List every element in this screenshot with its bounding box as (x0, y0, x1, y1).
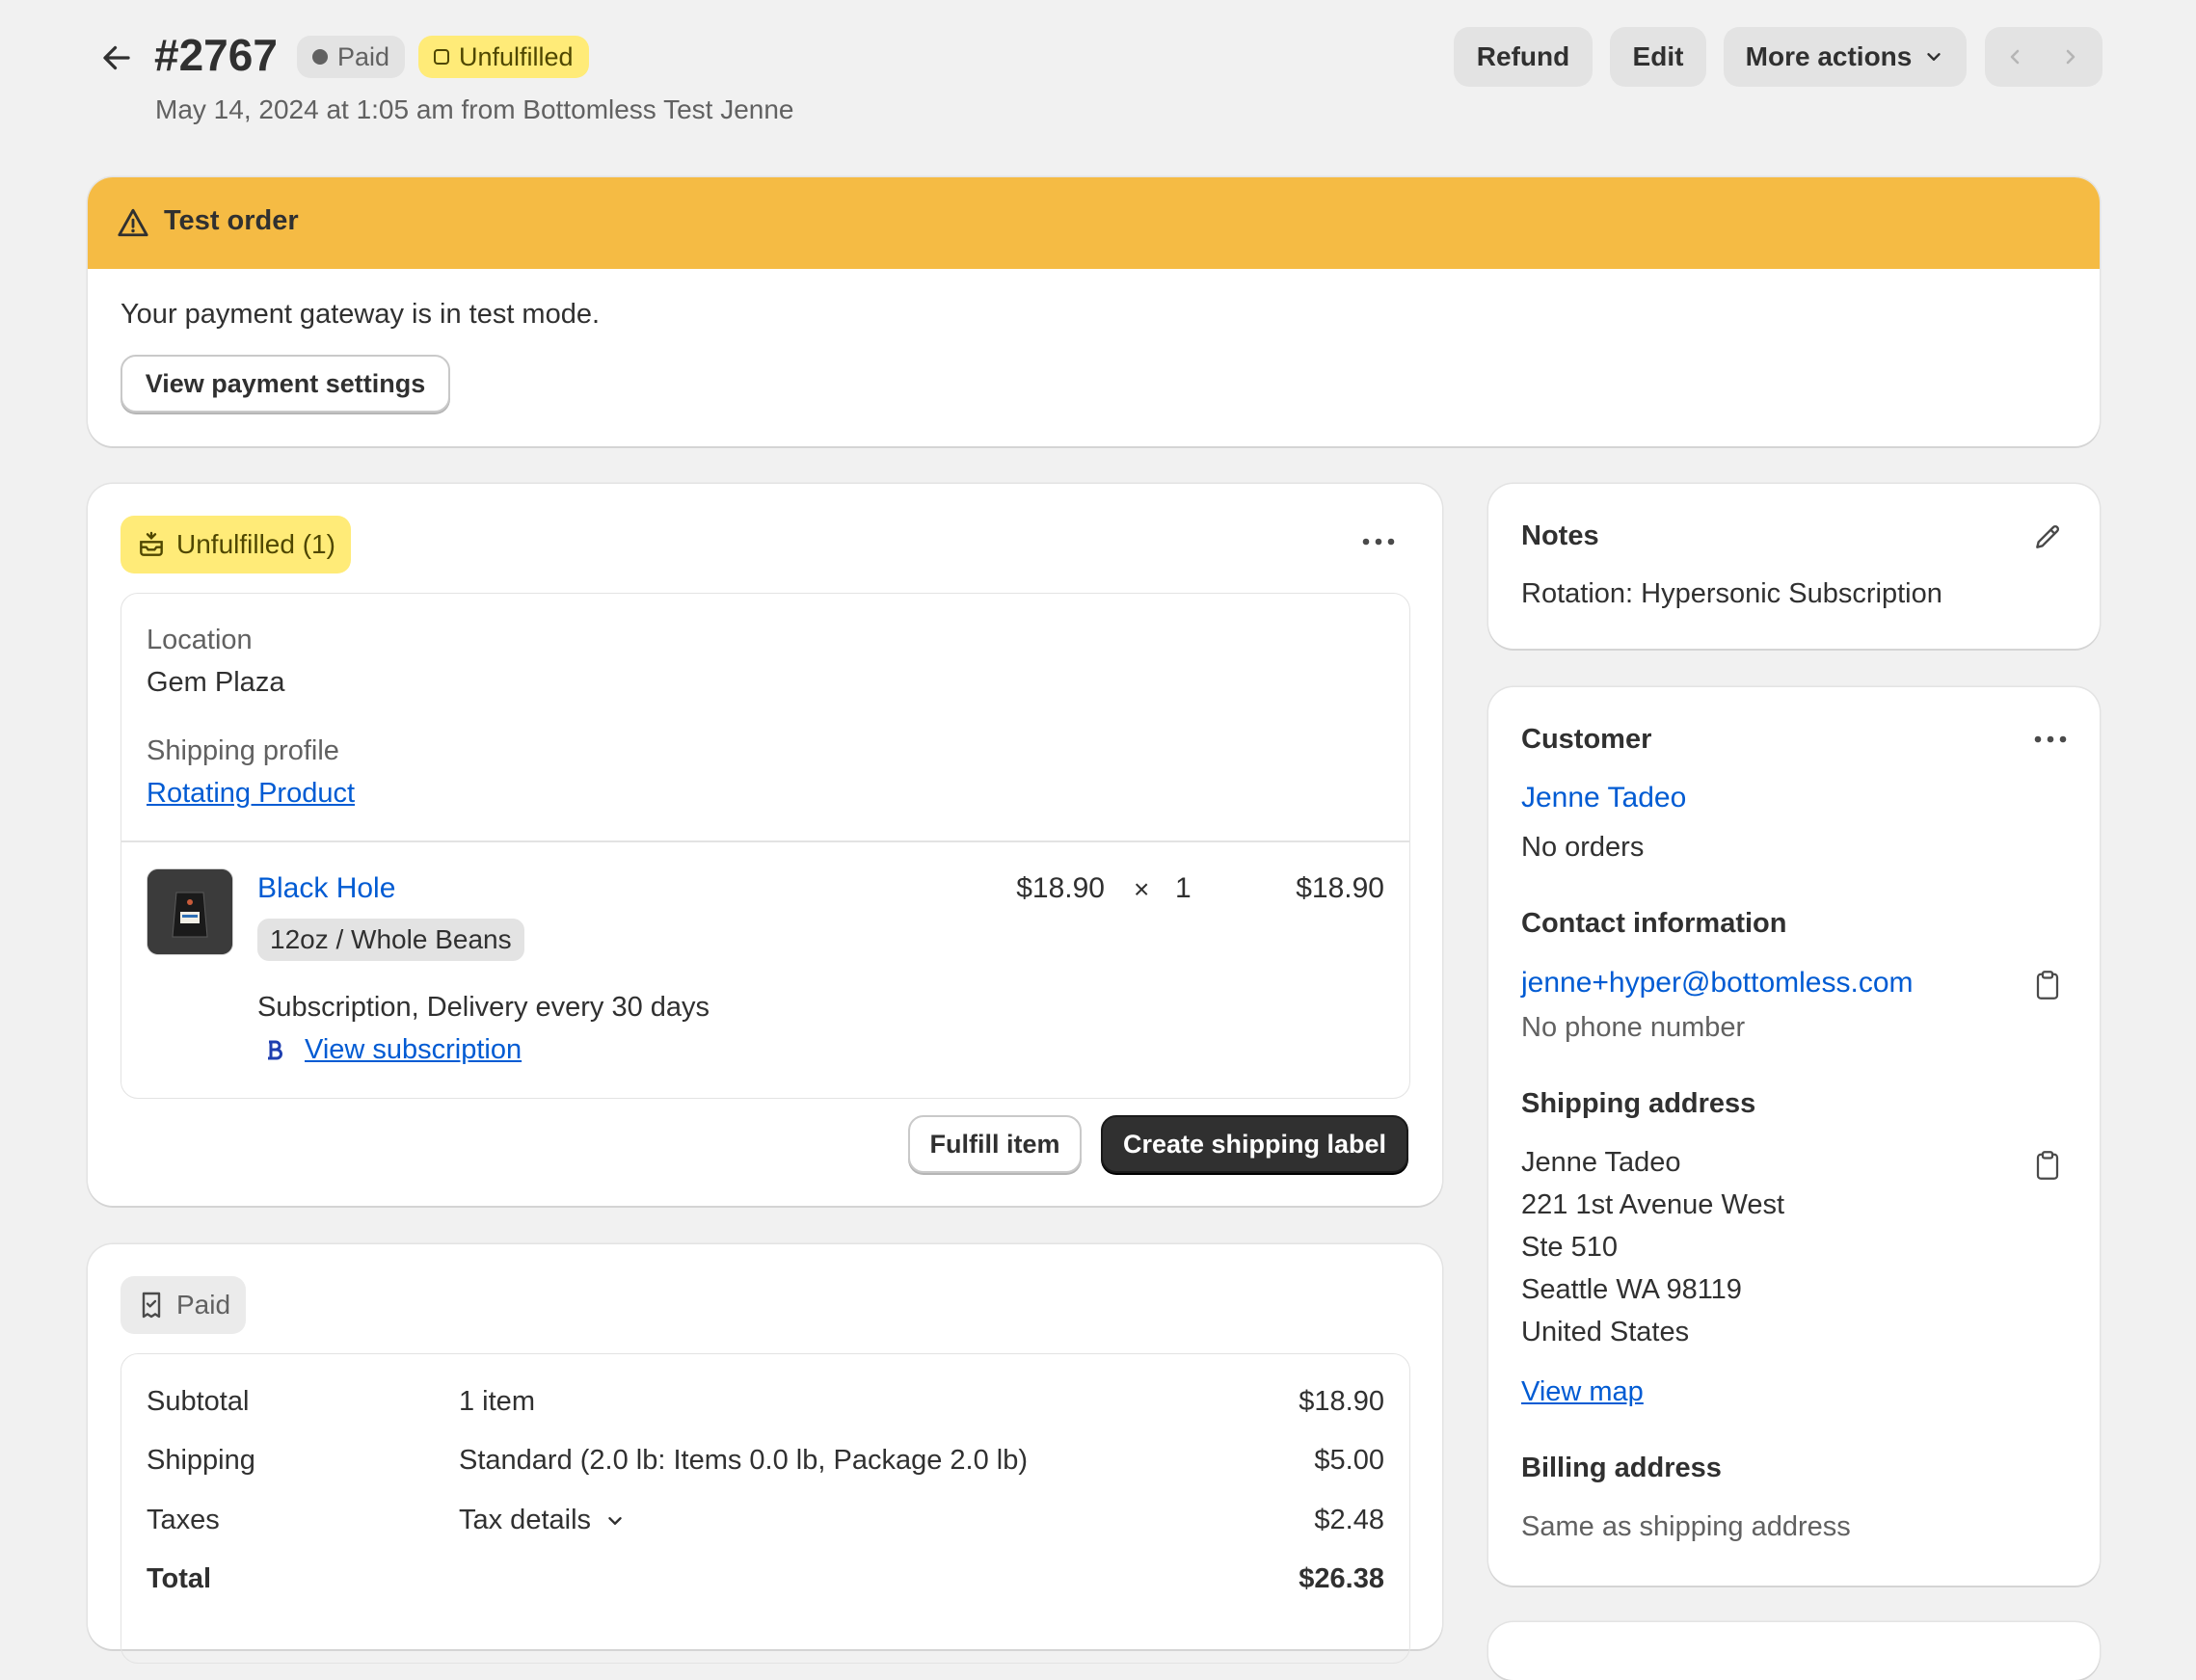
billing-address-title: Billing address (1521, 1453, 1722, 1483)
warning-icon (118, 208, 148, 237)
fulfillment-inner-box: Location Gem Plaza Shipping profile Rota… (121, 593, 1410, 1099)
address-line-1: Jenne Tadeo (1521, 1147, 1681, 1178)
location-label: Location (147, 625, 253, 655)
paid-badge-label: Paid (337, 41, 390, 71)
total-amount: $26.38 (1299, 1563, 1384, 1594)
edit-notes-button[interactable] (2028, 518, 2067, 556)
taxes-label: Taxes (147, 1505, 220, 1535)
copy-email-button[interactable] (2028, 966, 2067, 1004)
banner-title: Test order (164, 205, 299, 236)
shipping-label: Shipping (147, 1445, 255, 1476)
shipping-profile-label: Shipping profile (147, 735, 339, 766)
fulfillment-menu-button[interactable] (1354, 522, 1403, 561)
address-line-3: Ste 510 (1521, 1232, 1618, 1263)
shipping-amount: $5.00 (1314, 1445, 1384, 1476)
previous-order-button[interactable] (1998, 40, 2031, 73)
subscription-text: Subscription, Delivery every 30 days (257, 992, 710, 1023)
arrow-left-icon (103, 45, 130, 70)
edit-button[interactable]: Edit (1610, 27, 1706, 87)
payment-inner-box: Subtotal 1 item $18.90 Shipping Standard… (121, 1353, 1410, 1664)
fulfill-item-button[interactable]: Fulfill item (908, 1115, 1082, 1173)
payment-status-label: Paid (176, 1290, 231, 1320)
banner-message: Your payment gateway is in test mode. (121, 299, 601, 330)
times-sign: × (1134, 874, 1150, 904)
order-number: #2767 (154, 30, 278, 80)
unfulfilled-box-icon (140, 531, 163, 556)
shipping-address-title: Shipping address (1521, 1088, 1756, 1119)
more-actions-label: More actions (1745, 41, 1913, 71)
chevron-right-icon (2066, 49, 2075, 65)
fulfillment-card: Unfulfilled (1) Location Gem Plaza Shipp… (88, 484, 1442, 1206)
unfulfilled-badge-label: Unfulfilled (459, 41, 574, 71)
clipboard-icon (2036, 971, 2059, 1000)
back-button[interactable] (94, 37, 139, 79)
pencil-icon (2036, 524, 2060, 548)
tax-details-label: Tax details (459, 1505, 592, 1535)
order-subtitle: May 14, 2024 at 1:05 am from Bottomless … (155, 94, 794, 124)
subtotal-label: Subtotal (147, 1386, 250, 1417)
location-value: Gem Plaza (147, 667, 285, 698)
ellipsis-icon (1362, 538, 1395, 546)
customer-phone: No phone number (1521, 1012, 1746, 1043)
product-name-link[interactable]: Black Hole (257, 872, 395, 905)
payment-status-badge: Paid (121, 1276, 247, 1334)
address-line-5: United States (1521, 1317, 1690, 1347)
line-total: $18.90 (1296, 872, 1384, 904)
unit-price: $18.90 (1016, 872, 1105, 904)
more-actions-button[interactable]: More actions (1724, 27, 1967, 87)
quantity: 1 (1175, 872, 1192, 904)
next-order-button[interactable] (2054, 40, 2087, 73)
tax-details-toggle[interactable]: Tax details (459, 1505, 626, 1536)
subtotal-amount: $18.90 (1299, 1386, 1384, 1417)
next-sidebar-card (1488, 1622, 2100, 1680)
receipt-icon (142, 1292, 161, 1319)
coffee-bag-image (147, 869, 232, 954)
product-thumbnail[interactable] (147, 868, 233, 955)
notes-text: Rotation: Hypersonic Subscription (1521, 578, 1942, 609)
total-label: Total (147, 1563, 212, 1594)
customer-card: Customer Jenne Tadeo No orders Contact i… (1488, 687, 2100, 1586)
unfulfilled-status-badge: Unfulfilled (418, 36, 589, 78)
notes-card: Notes Rotation: Hypersonic Subscription (1488, 484, 2100, 649)
create-shipping-label-button[interactable]: Create shipping label (1101, 1115, 1408, 1173)
billing-address-text: Same as shipping address (1521, 1511, 1851, 1542)
address-line-4: Seattle WA 98119 (1521, 1274, 1742, 1305)
subtotal-detail: 1 item (459, 1386, 535, 1417)
paid-dot-icon (312, 49, 328, 65)
test-order-banner: Test order Your payment gateway is in te… (88, 177, 2100, 446)
unfulfilled-ring-icon (434, 49, 449, 65)
shipping-profile-link[interactable]: Rotating Product (147, 778, 355, 810)
notes-title: Notes (1521, 520, 1599, 551)
chevron-down-icon (608, 1516, 622, 1525)
pagination-group (1985, 27, 2102, 87)
ellipsis-icon (2034, 735, 2067, 743)
customer-email-link[interactable]: jenne+hyper@bottomless.com (1521, 967, 1914, 1000)
chevron-down-icon (1927, 53, 1942, 61)
customer-orders: No orders (1521, 832, 1645, 863)
paid-status-badge: Paid (297, 36, 406, 78)
taxes-amount: $2.48 (1314, 1505, 1384, 1535)
copy-address-button[interactable] (2028, 1146, 2067, 1185)
variant-badge: 12oz / Whole Beans (257, 919, 524, 961)
shipping-detail: Standard (2.0 lb: Items 0.0 lb, Package … (459, 1445, 1028, 1476)
customer-name-link[interactable]: Jenne Tadeo (1521, 782, 1686, 814)
refund-button[interactable]: Refund (1454, 27, 1593, 87)
customer-menu-button[interactable] (2026, 720, 2075, 759)
address-line-2: 221 1st Avenue West (1521, 1189, 1785, 1220)
clipboard-icon (2036, 1151, 2059, 1180)
fulfillment-status-badge: Unfulfilled (1) (121, 516, 351, 573)
contact-title: Contact information (1521, 908, 1787, 939)
view-map-link[interactable]: View map (1521, 1376, 1644, 1408)
customer-title: Customer (1521, 724, 1652, 755)
bottomless-logo-icon (268, 1040, 282, 1060)
chevron-left-icon (2010, 49, 2020, 65)
view-subscription-link[interactable]: View subscription (305, 1034, 522, 1066)
view-payment-settings-button[interactable]: View payment settings (121, 355, 450, 413)
banner-header: Test order (88, 177, 2100, 269)
payment-card: Paid Subtotal 1 item $18.90 Shipping Sta… (88, 1244, 1442, 1664)
fulfillment-status-label: Unfulfilled (1) (176, 529, 335, 559)
divider (121, 840, 1409, 842)
